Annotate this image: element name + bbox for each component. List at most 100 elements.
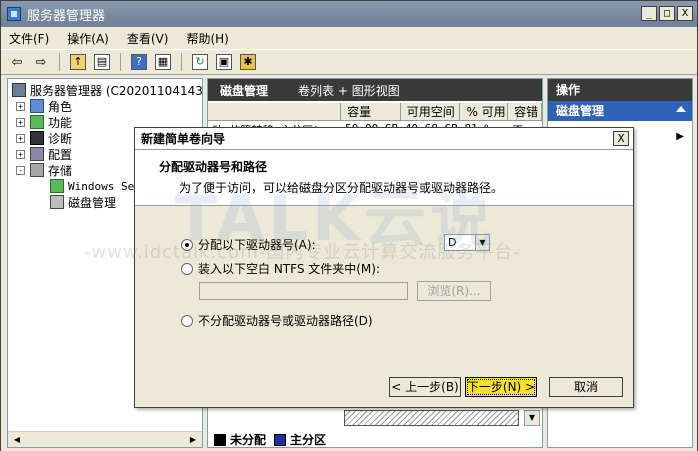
disk-legend: 未分配 主分区 xyxy=(214,431,327,447)
features-icon xyxy=(30,115,44,129)
tree-item-label: 功能 xyxy=(48,115,73,130)
disk-icon xyxy=(50,195,64,209)
scroll-down-icon[interactable]: ▼ xyxy=(524,410,540,426)
close-button[interactable]: X xyxy=(677,6,693,21)
export-icon[interactable]: ▣ xyxy=(214,52,234,72)
settings-icon[interactable]: ✱ xyxy=(238,52,258,72)
option-label: 不分配驱动器号或驱动器路径(D) xyxy=(198,314,373,328)
volume-grid-header: 容量 可用空间 % 可用 容错 xyxy=(208,103,542,121)
actions-section-label: 磁盘管理 xyxy=(556,104,605,118)
panel-view-label: 卷列表 + 图形视图 xyxy=(298,83,400,98)
menu-help[interactable]: 帮助(H) xyxy=(186,30,228,47)
tree-item-label: 配置 xyxy=(48,147,73,162)
expand-icon[interactable]: + xyxy=(16,133,25,143)
backup-icon xyxy=(50,179,64,193)
option-label: 分配以下驱动器号(A): xyxy=(198,238,316,252)
radio-no-drive-letter[interactable] xyxy=(181,314,193,327)
toolbar-separator xyxy=(120,53,121,71)
back-arrow-icon[interactable]: ⇦ xyxy=(7,52,27,72)
tree-root[interactable]: 服务器管理器 (C2020110414307 xyxy=(12,82,203,98)
menu-action[interactable]: 操作(A) xyxy=(67,30,109,47)
properties-icon[interactable]: ▦ xyxy=(153,52,173,72)
more-actions-arrow-icon[interactable]: ▶ xyxy=(676,131,684,142)
unallocated-disk-region[interactable] xyxy=(344,410,519,426)
menu-file[interactable]: 文件(F) xyxy=(9,30,49,47)
column-header-percent-free[interactable]: % 可用 xyxy=(460,103,509,120)
window-title: 服务器管理器 xyxy=(27,8,106,24)
help-icon[interactable]: ? xyxy=(129,52,149,72)
minimize-button[interactable]: _ xyxy=(641,6,657,21)
tree-item-windows-server-backup[interactable]: Windows Ser xyxy=(50,178,141,194)
tree-item-roles[interactable]: + 角色 xyxy=(16,98,72,114)
window-controls: _ □ X xyxy=(641,6,693,21)
tree-item-features[interactable]: + 功能 xyxy=(16,114,72,130)
tree-item-label: 角色 xyxy=(48,99,73,114)
collapse-caret-icon[interactable] xyxy=(676,106,686,112)
configuration-icon xyxy=(30,147,44,161)
tree-item-disk-management[interactable]: 磁盘管理 xyxy=(50,194,116,210)
expand-icon[interactable]: + xyxy=(16,101,25,111)
option-mount-ntfs-folder[interactable]: 装入以下空白 NTFS 文件夹中(M): xyxy=(181,260,380,277)
server-icon xyxy=(12,83,26,97)
dialog-body: 分配以下驱动器号(A): D ▼ 装入以下空白 NTFS 文件夹中(M): 浏览… xyxy=(135,206,633,372)
refresh-icon[interactable]: ↻ xyxy=(190,52,210,72)
dialog-heading: 分配驱动器号和路径 xyxy=(159,160,268,174)
server-manager-icon xyxy=(7,7,21,21)
tree-item-label: 存储 xyxy=(48,163,73,178)
new-simple-volume-wizard: 新建简单卷向导 X 分配驱动器号和路径 为了便于访问，可以给磁盘分区分配驱动器号… xyxy=(134,127,634,408)
expand-icon[interactable]: + xyxy=(16,117,25,127)
tree-root-label: 服务器管理器 (C2020110414307 xyxy=(30,83,203,98)
dialog-subheading: 为了便于访问，可以给磁盘分区分配驱动器号或驱动器路径。 xyxy=(179,181,504,195)
drive-letter-value: D xyxy=(448,236,457,249)
legend-label-unallocated: 未分配 xyxy=(230,433,267,447)
collapse-icon[interactable]: - xyxy=(16,165,25,175)
radio-assign-drive-letter[interactable] xyxy=(181,238,193,251)
radio-mount-ntfs-folder[interactable] xyxy=(181,262,193,275)
column-header-fault-tolerance[interactable]: 容错 xyxy=(508,103,542,120)
tree-item-label: 磁盘管理 xyxy=(68,195,117,210)
maximize-button[interactable]: □ xyxy=(659,6,675,21)
menu-bar: 文件(F) 操作(A) 查看(V) 帮助(H) xyxy=(1,27,697,49)
actions-section-disk-management[interactable]: 磁盘管理 xyxy=(548,101,692,121)
title-bar[interactable]: 服务器管理器 _ □ X xyxy=(1,1,697,27)
toolbar-separator xyxy=(59,53,60,71)
option-no-drive-letter[interactable]: 不分配驱动器号或驱动器路径(D) xyxy=(181,312,373,329)
scroll-right-icon[interactable]: ▶ xyxy=(186,434,200,446)
dialog-close-button[interactable]: X xyxy=(613,131,629,146)
toolbar: ⇦ ⇨ ↑ ▤ ? ▦ ↻ ▣ ✱ xyxy=(1,49,697,75)
up-folder-icon[interactable]: ↑ xyxy=(68,52,88,72)
tree-item-storage[interactable]: - 存储 xyxy=(16,162,72,178)
tree-item-configuration[interactable]: + 配置 xyxy=(16,146,72,162)
forward-arrow-icon[interactable]: ⇨ xyxy=(31,52,51,72)
menu-view[interactable]: 查看(V) xyxy=(127,30,169,47)
option-label: 装入以下空白 NTFS 文件夹中(M): xyxy=(198,262,381,276)
dialog-title: 新建简单卷向导 xyxy=(141,132,226,146)
dialog-header: 分配驱动器号和路径 为了便于访问，可以给磁盘分区分配驱动器号或驱动器路径。 xyxy=(135,150,633,206)
cancel-button[interactable]: 取消 xyxy=(549,377,623,397)
expand-icon[interactable]: + xyxy=(16,149,25,159)
dialog-title-bar[interactable]: 新建简单卷向导 xyxy=(135,128,633,150)
option-assign-drive-letter[interactable]: 分配以下驱动器号(A): xyxy=(181,236,316,253)
scroll-left-icon[interactable]: ◀ xyxy=(10,434,24,446)
storage-icon xyxy=(30,163,44,177)
ntfs-folder-path-input[interactable] xyxy=(199,282,408,300)
diagnostics-icon xyxy=(30,131,44,145)
tree-item-diagnostics[interactable]: + 诊断 xyxy=(16,130,72,146)
column-header-free-space[interactable]: 可用空间 xyxy=(401,103,461,120)
tree-item-label: Windows Ser xyxy=(68,179,141,193)
panel-header: 磁盘管理 卷列表 + 图形视图 xyxy=(208,79,542,101)
chevron-down-icon[interactable]: ▼ xyxy=(475,235,489,250)
browse-button[interactable]: 浏览(R)... xyxy=(417,281,491,301)
show-hide-tree-icon[interactable]: ▤ xyxy=(92,52,112,72)
legend-label-primary: 主分区 xyxy=(290,433,327,447)
drive-letter-select[interactable]: D ▼ xyxy=(444,234,490,251)
panel-title: 磁盘管理 xyxy=(220,83,269,98)
primary-partition-swatch xyxy=(274,433,287,446)
next-button[interactable]: 下一步(N) > xyxy=(465,377,537,397)
column-header-capacity[interactable]: 容量 xyxy=(341,103,401,120)
column-header[interactable] xyxy=(208,103,342,120)
tree-horizontal-scrollbar[interactable]: ◀ ▶ xyxy=(8,431,202,447)
toolbar-separator xyxy=(181,53,182,71)
unallocated-swatch xyxy=(214,433,226,446)
back-button[interactable]: < 上一步(B) xyxy=(389,377,461,397)
